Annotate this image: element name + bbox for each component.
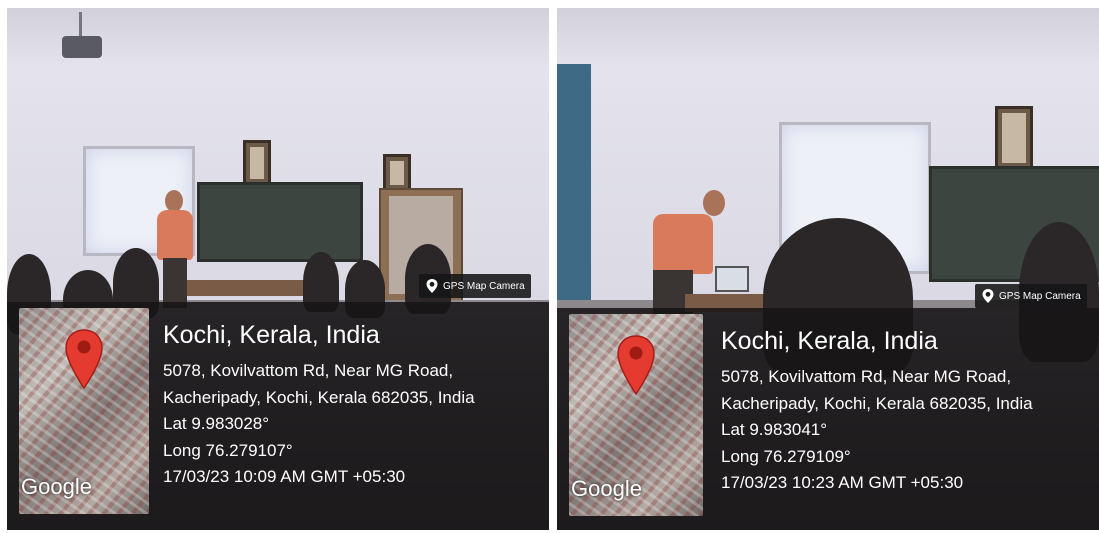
- camera-pin-icon: [426, 279, 438, 293]
- laptop: [715, 266, 749, 292]
- gps-map-camera-badge: GPS Map Camera: [975, 284, 1087, 308]
- blackboard: [197, 182, 363, 262]
- location-title: Kochi, Kerala, India: [163, 321, 380, 349]
- location-info: Kochi, Kerala, India 5078, Kovilvattom R…: [721, 326, 1033, 497]
- longitude: Long 76.279109°: [721, 446, 851, 466]
- timestamp: 17/03/23 10:23 AM GMT +05:30: [721, 473, 964, 493]
- teacher-head: [703, 190, 725, 216]
- wall-picture: [243, 140, 271, 186]
- google-logo: Google: [21, 474, 92, 499]
- desk: [187, 280, 307, 296]
- brand-label: GPS Map Camera: [999, 290, 1081, 302]
- timestamp: 17/03/23 10:09 AM GMT +05:30: [163, 467, 406, 487]
- location-overlay: Google Kochi, Kerala, India 5078, Kovilv…: [7, 302, 549, 530]
- teacher: [157, 210, 193, 260]
- latitude: Lat 9.983041°: [721, 420, 828, 440]
- camera-pin-icon: [982, 289, 994, 303]
- classroom-photo-1: GPS Map Camera Google Kochi, Kerala, Ind…: [7, 8, 549, 530]
- gps-map-camera-badge: GPS Map Camera: [419, 274, 531, 298]
- teacher-legs: [163, 258, 187, 308]
- teacher-head: [165, 190, 183, 212]
- google-logo: Google: [571, 476, 642, 501]
- projector: [62, 36, 102, 58]
- address-line-1: 5078, Kovilvattom Rd, Near MG Road,: [721, 367, 1012, 386]
- brand-label: GPS Map Camera: [443, 280, 525, 292]
- location-title: Kochi, Kerala, India: [721, 327, 938, 355]
- address-line-2: Kacheripady, Kochi, Kerala 682035, India: [163, 387, 475, 407]
- latitude: Lat 9.983028°: [163, 414, 270, 434]
- address-line-2: Kacheripady, Kochi, Kerala 682035, India: [721, 393, 1033, 413]
- wall-picture: [383, 154, 411, 192]
- location-info: Kochi, Kerala, India 5078, Kovilvattom R…: [163, 320, 475, 491]
- map-thumbnail: Google: [569, 314, 703, 516]
- map-thumbnail: Google: [19, 308, 149, 514]
- classroom-photo-2: GPS Map Camera Google Kochi, Kerala, Ind…: [557, 8, 1099, 530]
- teacher: [653, 214, 713, 274]
- address-line-1: 5078, Kovilvattom Rd, Near MG Road,: [163, 361, 454, 380]
- longitude: Long 76.279107°: [163, 440, 293, 460]
- location-pin-icon: [65, 329, 103, 390]
- location-pin-icon: [617, 335, 655, 396]
- wall-picture: [995, 106, 1033, 170]
- location-overlay: Google Kochi, Kerala, India 5078, Kovilv…: [557, 308, 1099, 530]
- ceiling: [557, 8, 1099, 68]
